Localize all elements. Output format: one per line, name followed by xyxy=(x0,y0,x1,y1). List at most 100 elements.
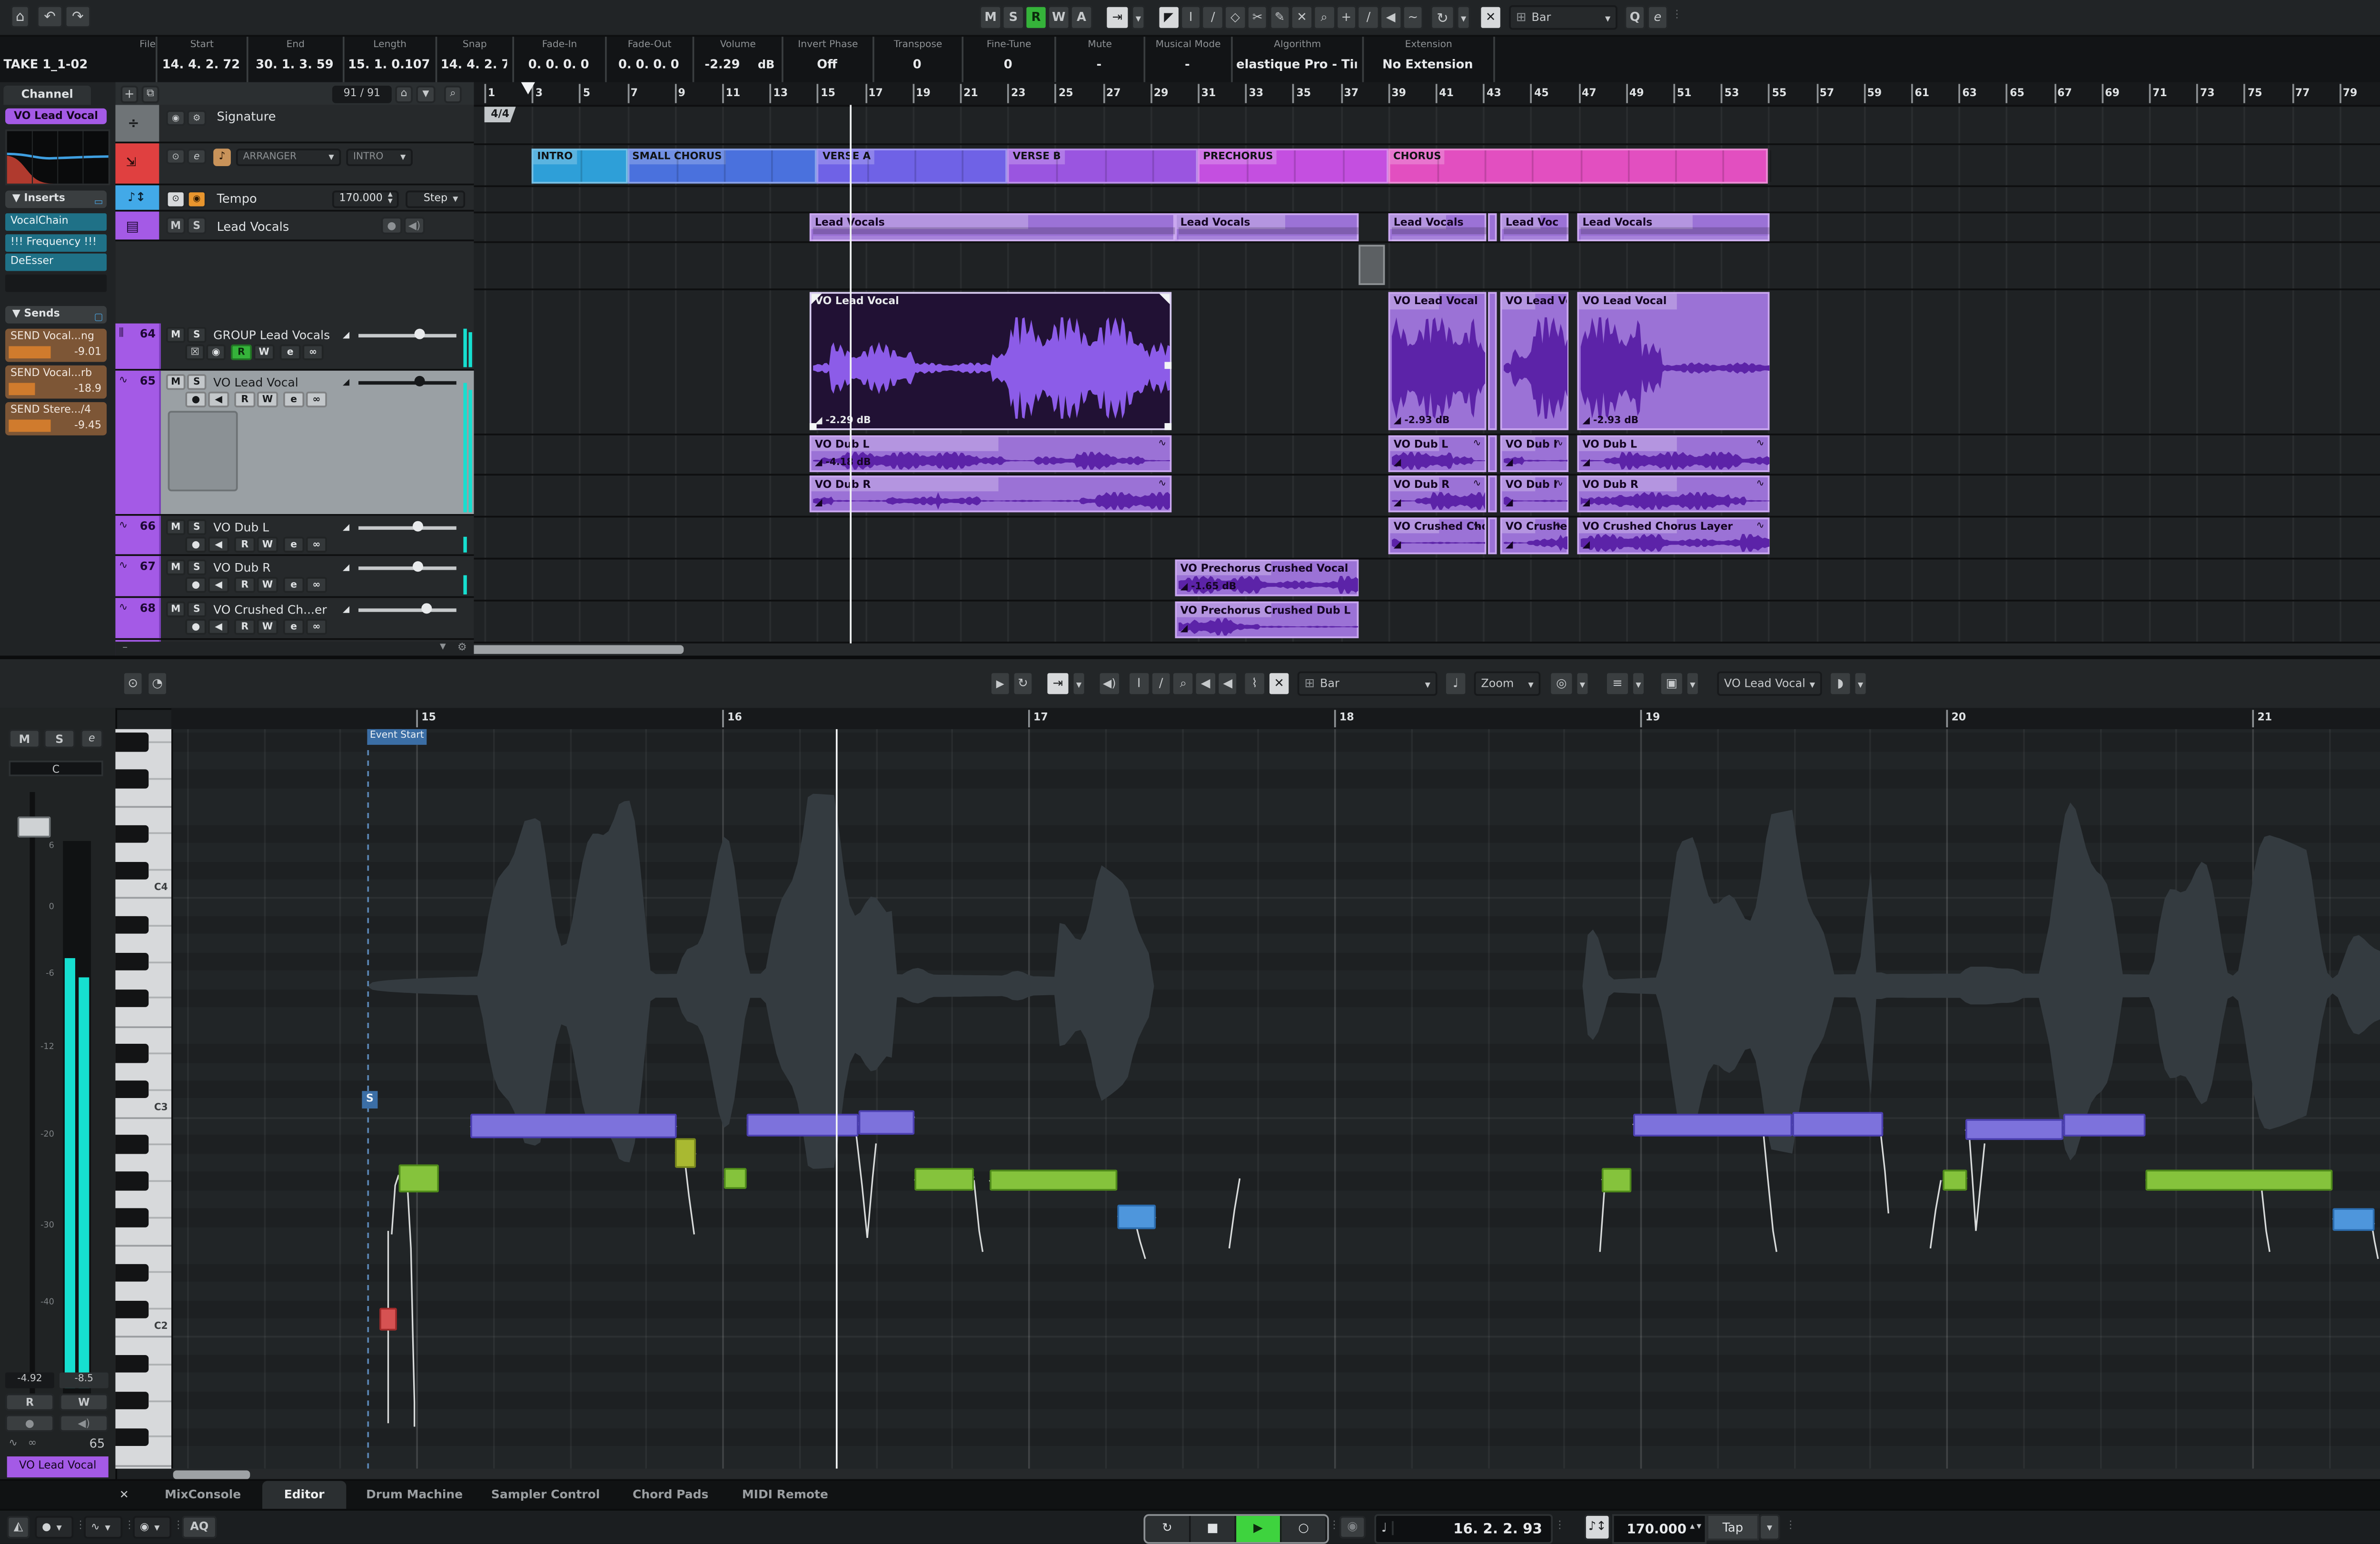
activate-button[interactable]: ⊙ xyxy=(166,148,185,164)
monitor-button[interactable]: ◀ xyxy=(208,619,229,633)
send-slot-1[interactable]: SEND Vocal...rb-18.9 xyxy=(5,366,107,399)
arranger-section-verse-b[interactable]: VERSE B xyxy=(1008,148,1198,183)
tool-button-5[interactable]: ✎ xyxy=(1269,5,1291,30)
edit-button[interactable]: e xyxy=(283,537,304,552)
tool-button-8[interactable]: + xyxy=(1335,5,1358,30)
edit-button[interactable]: e xyxy=(283,577,304,592)
piano-black-key[interactable] xyxy=(115,861,149,879)
global-a-button[interactable]: A xyxy=(1070,5,1093,30)
gear-icon[interactable]: ⚙ xyxy=(457,642,467,654)
editor-h-scrollbar-thumb[interactable] xyxy=(173,1470,250,1479)
tab-editor[interactable]: Editor xyxy=(262,1481,346,1510)
tool-button-9[interactable]: / xyxy=(1358,5,1380,30)
arranger-chain-icon[interactable]: ♪ xyxy=(213,148,231,165)
event-handle-tl[interactable] xyxy=(811,294,822,304)
info-field-value[interactable]: 0. 0. 0. 0 xyxy=(610,56,687,75)
sends-header[interactable]: ▼ Sends▢ xyxy=(5,306,107,324)
variaudio-segment[interactable] xyxy=(379,1308,397,1331)
audio-event[interactable]: VO Crushed C◢∿ xyxy=(1500,517,1568,554)
read-button[interactable]: R xyxy=(234,577,255,592)
loop-dropdown[interactable]: ▼ xyxy=(1457,5,1470,30)
read-button[interactable]: R xyxy=(234,619,255,633)
lock-button[interactable]: ◉ xyxy=(166,110,185,126)
tab-drum-machine[interactable]: Drum Machine xyxy=(358,1481,470,1510)
piano-black-key[interactable] xyxy=(115,733,149,751)
edited-part-dropdown[interactable]: VO Lead Vocal▼ xyxy=(1717,672,1822,696)
volume-slider[interactable]: ◢ xyxy=(343,602,462,617)
audio-event[interactable]: VO Dub R◢∿ xyxy=(810,475,1171,512)
arranger-section-small-chorus[interactable]: SMALL CHORUS xyxy=(627,148,817,183)
gear-button[interactable]: ⚙ xyxy=(187,110,206,126)
info-field-value[interactable]: 0. 0. 0. 0 xyxy=(517,56,600,75)
metronome-button[interactable]: ◭ xyxy=(7,1515,30,1538)
variaudio-segment[interactable] xyxy=(1633,1114,1792,1137)
tab-channel[interactable]: Channel xyxy=(3,86,91,105)
cycle-button[interactable]: ↻ xyxy=(1145,1515,1191,1541)
redo-button[interactable]: ↷ xyxy=(65,5,91,28)
audio-event[interactable]: VO Dub R◢∿ xyxy=(1388,475,1487,512)
smart-controls-dropdown[interactable]: ▼ xyxy=(1631,672,1645,696)
grid-type-dropdown[interactable]: ⊞Bar▼ xyxy=(1509,5,1617,30)
audio-event[interactable]: Lead Vocals xyxy=(1577,213,1769,241)
volume-slider[interactable]: ◢ xyxy=(343,560,462,575)
track-67[interactable]: ∿67MSVO Dub R◢●◀RWe∞ xyxy=(115,556,474,598)
tool-button-3[interactable]: ◇ xyxy=(1224,5,1247,30)
tab-sampler-control[interactable]: Sampler Control xyxy=(483,1481,608,1510)
editor-loop-button[interactable]: ↻ xyxy=(1012,672,1033,696)
activate-button[interactable]: ⊙ xyxy=(166,190,185,208)
strip-read-button[interactable]: R xyxy=(5,1394,54,1411)
record-enable-button[interactable]: ● xyxy=(381,217,402,235)
solo-button[interactable]: S xyxy=(187,327,206,342)
read-button[interactable]: R xyxy=(231,345,252,359)
sends-monitor-icon[interactable]: ▢ xyxy=(94,309,103,327)
channel-name-badge[interactable]: VO Lead Vocal xyxy=(5,109,107,124)
timeline-ruler[interactable]: 1357911131517192123252729313335373941434… xyxy=(474,82,2380,107)
audio-event[interactable]: VO Dub L◢∿ xyxy=(1577,435,1769,472)
play-button[interactable]: ▶ xyxy=(1236,1515,1282,1541)
pin-editor-button[interactable]: ⊙ xyxy=(122,672,143,696)
acoustic-feedback-dropdown[interactable]: ▼ xyxy=(1576,672,1589,696)
variaudio-segment[interactable] xyxy=(990,1170,1117,1191)
track-filter-button[interactable]: ▼ xyxy=(416,85,435,102)
tempo-value-box[interactable]: 170.000▲ ▼ xyxy=(332,190,399,208)
monitor-button[interactable]: ◀ xyxy=(208,577,229,592)
event-start-tag[interactable]: Event Start xyxy=(367,729,426,745)
meter-value-r[interactable]: -8.5 xyxy=(60,1373,109,1388)
position-display[interactable]: ♩16. 2. 2. 93 xyxy=(1374,1513,1553,1543)
editor-tool-2[interactable]: ⌕ xyxy=(1172,672,1195,696)
tool-button-2[interactable]: / xyxy=(1202,5,1224,30)
edit-button[interactable]: e xyxy=(187,148,206,164)
audio-record-dropdown[interactable]: ∿▼ xyxy=(84,1515,122,1538)
close-lower-zone-button[interactable]: ✕ xyxy=(115,1486,133,1505)
edit-button[interactable]: e xyxy=(283,392,304,406)
piano-keyboard[interactable]: C2C3C4 xyxy=(115,729,173,1469)
mute-button[interactable]: M xyxy=(166,560,185,574)
meter-value-l[interactable]: -4.92 xyxy=(5,1373,54,1388)
variaudio-segment[interactable] xyxy=(747,1114,859,1137)
piano-black-key[interactable] xyxy=(115,825,149,843)
volume-slider[interactable]: ◢ xyxy=(343,374,462,390)
part-color-dropdown[interactable]: ▼ xyxy=(1854,672,1867,696)
variaudio-segment[interactable] xyxy=(724,1168,747,1189)
arranger-section-verse-a[interactable]: VERSE A xyxy=(817,148,1008,183)
track-tempo[interactable]: ♪↕⊙◉Tempo170.000▲ ▼Step▼ xyxy=(115,185,474,211)
insert-slot-2[interactable]: DeEsser xyxy=(5,254,107,271)
audio-event[interactable]: VO Dub I◢∿ xyxy=(1500,435,1568,472)
audio-event[interactable]: VO Dub L◢ -4.18 dB∿ xyxy=(810,435,1171,472)
solo-button[interactable]: S xyxy=(187,217,206,235)
arranger-name-dropdown[interactable]: ARRANGER▼ xyxy=(236,148,341,165)
info-field-value[interactable]: - xyxy=(1149,56,1226,75)
tool-button-10[interactable]: ◀ xyxy=(1379,5,1402,30)
editor-tool-3[interactable]: ◀ xyxy=(1194,672,1217,696)
stereo-icon[interactable]: ∞ xyxy=(306,392,327,406)
audio-event[interactable]: Lead Vocals xyxy=(1175,213,1359,241)
variaudio-segment[interactable] xyxy=(914,1168,974,1191)
global-m-button[interactable]: M xyxy=(979,5,1002,30)
stereo-icon[interactable]: ∞ xyxy=(303,345,324,359)
monitor-button[interactable]: ◀ xyxy=(208,392,229,406)
no-export-button[interactable]: ☒ xyxy=(185,345,204,359)
autoscroll-button[interactable]: ⇥ xyxy=(1105,5,1130,30)
stereo-icon[interactable]: ∞ xyxy=(306,619,327,633)
info-field-value[interactable]: 14. 4. 2. 72 xyxy=(161,56,241,75)
mute-button[interactable]: M xyxy=(166,602,185,616)
